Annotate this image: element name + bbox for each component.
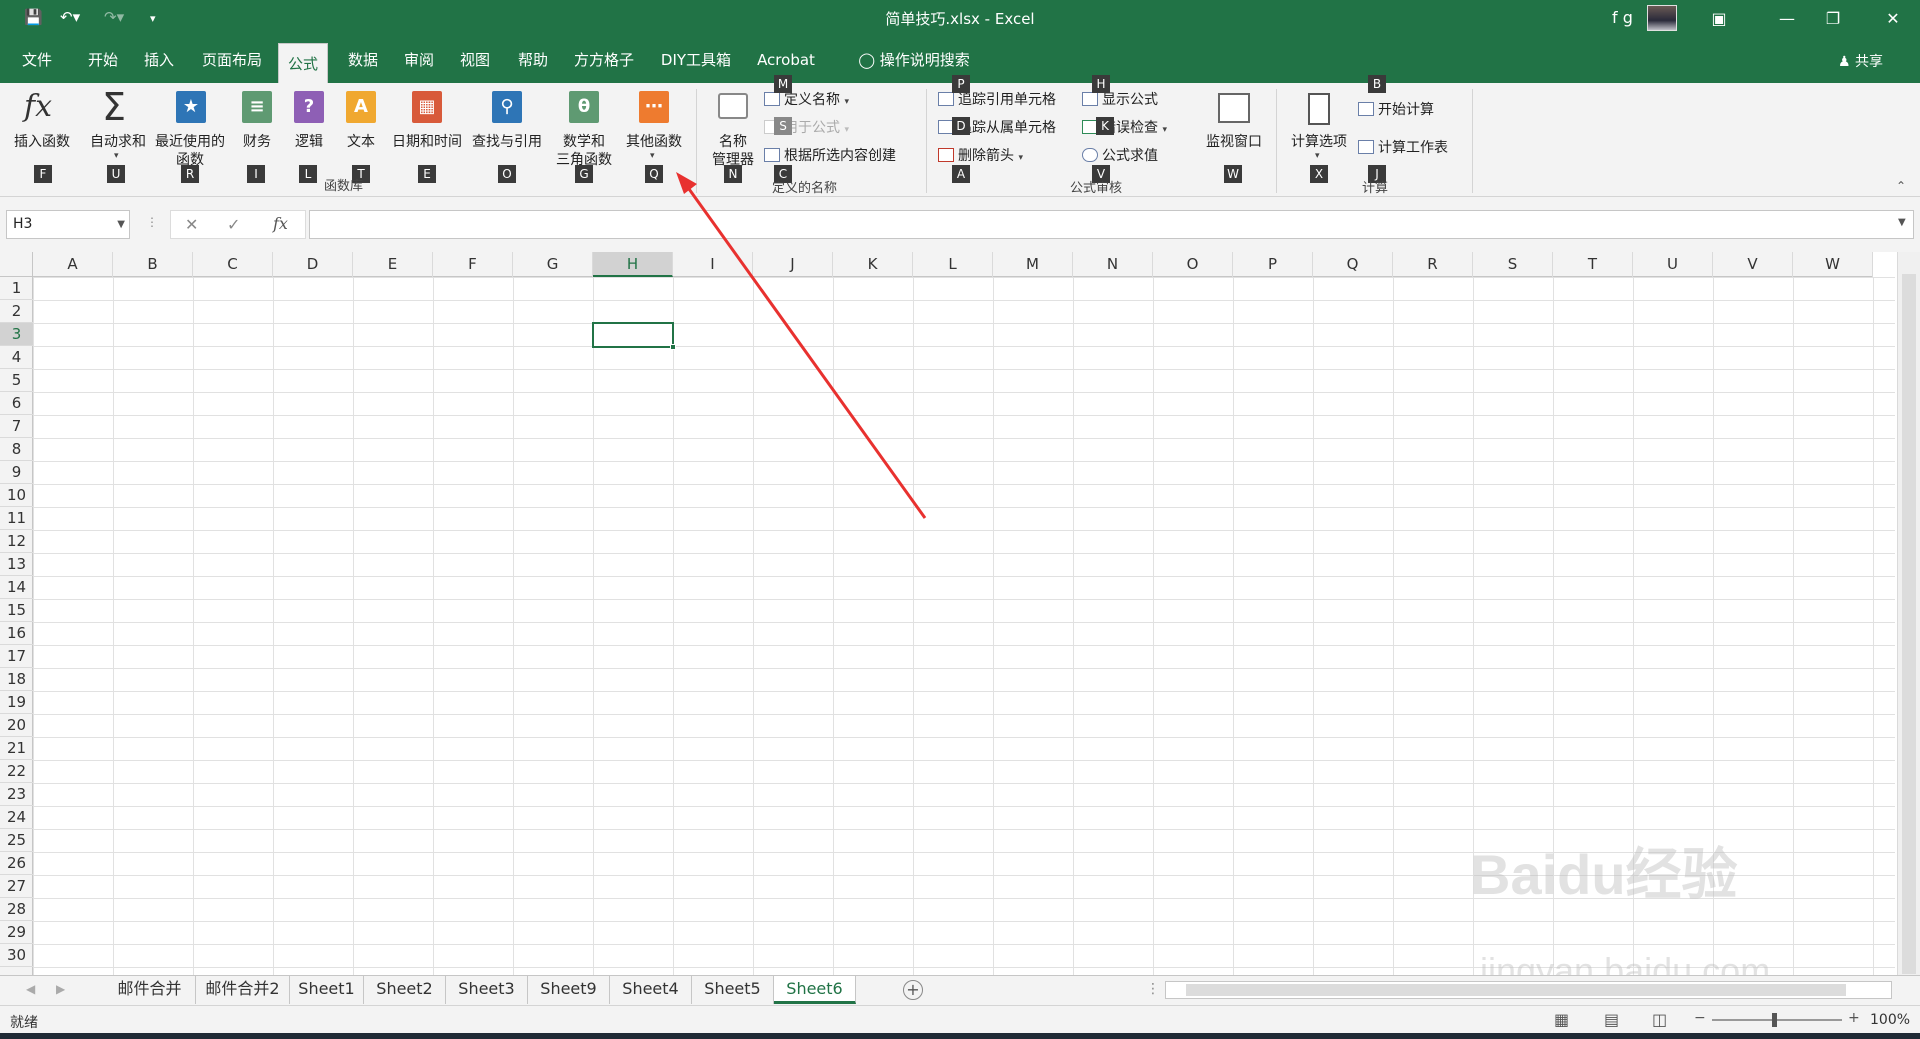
zoom-out-icon[interactable]: −: [1694, 1010, 1706, 1026]
sheet-tab-bar: ◀ ▶ 邮件合并 邮件合并2 Sheet1 Sheet2 Sheet3 Sheet9 She…: [0, 975, 1920, 1005]
watermark-logo: Baidu经验: [1470, 843, 1738, 906]
zoom-slider[interactable]: [1712, 1013, 1842, 1027]
page-break-icon[interactable]: ◫: [1652, 1010, 1667, 1029]
sheet-tab[interactable]: Sheet1: [290, 976, 364, 1004]
status-bar: 就绪 ▦ ▤ ◫ − + 100%: [0, 1005, 1920, 1033]
scroll-right-icon[interactable]: ▶: [56, 982, 65, 996]
sheet-tab[interactable]: Sheet5: [692, 976, 774, 1004]
sheet-tab[interactable]: Sheet2: [364, 976, 446, 1004]
horizontal-scroll-thumb[interactable]: [1186, 984, 1846, 996]
scroll-left-icon[interactable]: ◀: [26, 982, 35, 996]
sheet-tab[interactable]: 邮件合并: [104, 976, 196, 1004]
page-layout-icon[interactable]: ▤: [1604, 1010, 1619, 1029]
horizontal-scrollbar[interactable]: [1165, 981, 1892, 999]
sheet-tab[interactable]: Sheet3: [446, 976, 528, 1004]
sheet-tab[interactable]: Sheet9: [528, 976, 610, 1004]
sheet-tab[interactable]: Sheet4: [610, 976, 692, 1004]
sheet-tab[interactable]: 邮件合并2: [196, 976, 290, 1004]
normal-view-icon[interactable]: ▦: [1554, 1010, 1569, 1029]
zoom-slider-thumb[interactable]: [1772, 1013, 1777, 1027]
excel-window: 💾 ↶▾ ↷▾ ▾ 简单技巧.xlsx - Excel f g ▣ — ❐ ✕ …: [0, 0, 1920, 1039]
status-ready: 就绪: [10, 1015, 38, 1031]
sheet-tab[interactable]: Sheet6: [774, 976, 856, 1004]
splitter-icon[interactable]: ⋮: [1146, 981, 1160, 997]
zoom-level[interactable]: 100%: [1870, 1012, 1910, 1028]
taskbar-strip: [0, 1033, 1920, 1039]
add-sheet-button[interactable]: +: [903, 980, 923, 1000]
zoom-in-icon[interactable]: +: [1848, 1010, 1860, 1026]
